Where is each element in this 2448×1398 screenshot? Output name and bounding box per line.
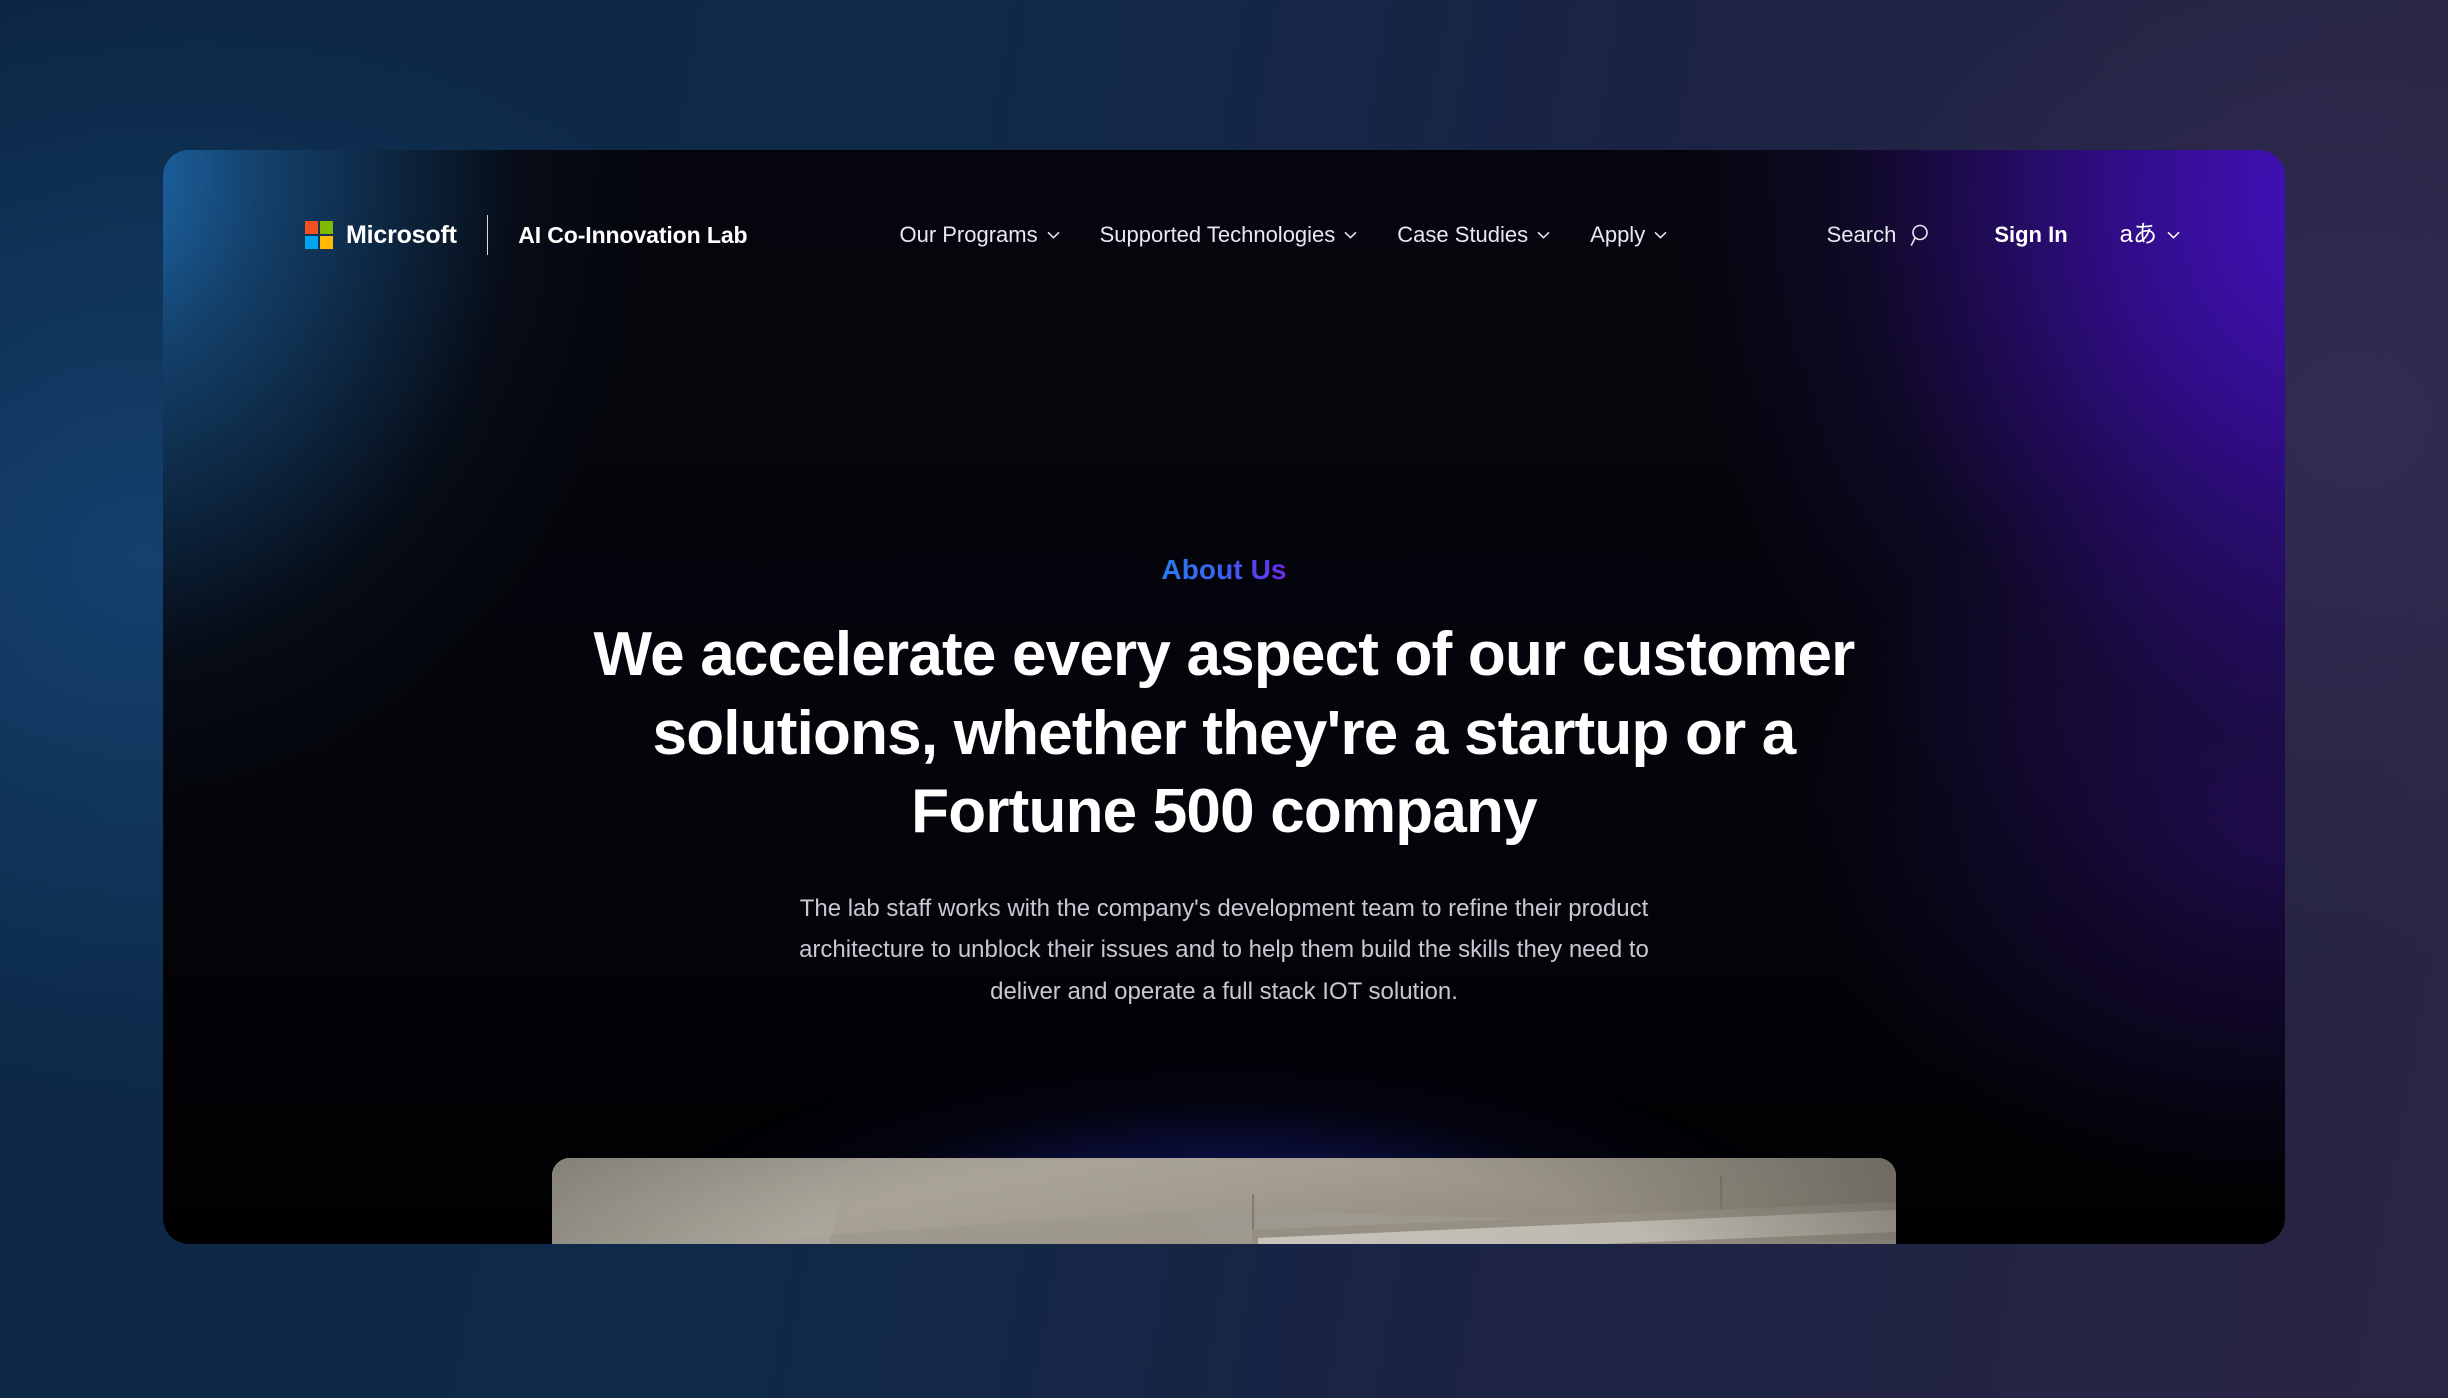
- brand-lockup[interactable]: Microsoft AI Co-Innovation Lab: [305, 215, 748, 255]
- product-name: AI Co-Innovation Lab: [518, 221, 748, 248]
- sign-in-button[interactable]: Sign In: [1994, 222, 2067, 248]
- eyebrow-label: About Us: [1161, 554, 1287, 585]
- chevron-down-icon: [1654, 231, 1667, 239]
- nav-item-our-programs[interactable]: Our Programs: [899, 222, 1060, 248]
- site-header: Microsoft AI Co-Innovation Lab Our Progr…: [163, 150, 2285, 320]
- microsoft-logo-icon: [305, 221, 333, 249]
- search-label: Search: [1826, 222, 1897, 247]
- hero-photo: [552, 1158, 1896, 1244]
- nav-label: Supported Technologies: [1099, 222, 1336, 247]
- nav-label: Case Studies: [1397, 222, 1529, 247]
- search-icon: [1911, 224, 1929, 246]
- primary-navigation: Our Programs Supported Technologies Case…: [899, 222, 1667, 248]
- hero-card: Microsoft AI Co-Innovation Lab Our Progr…: [163, 150, 2285, 1244]
- header-utilities: Search Sign In aあ: [1827, 222, 2180, 248]
- nav-item-apply[interactable]: Apply: [1590, 222, 1667, 248]
- chevron-down-icon: [2167, 231, 2180, 239]
- chevron-down-icon: [1344, 231, 1357, 239]
- page-title: We accelerate every aspect of our custom…: [593, 620, 1856, 847]
- nav-label: Apply: [1590, 222, 1646, 247]
- hero-description: The lab staff works with the company's d…: [799, 895, 1649, 1005]
- chevron-down-icon: [1537, 231, 1550, 239]
- chevron-down-icon: [1047, 231, 1060, 239]
- brand-divider: [486, 215, 489, 255]
- microsoft-wordmark: Microsoft: [346, 220, 457, 249]
- language-selector[interactable]: aあ: [2120, 223, 2180, 247]
- nav-label: Our Programs: [899, 222, 1038, 247]
- search-button[interactable]: Search: [1827, 222, 1935, 248]
- language-icon: aあ: [2119, 221, 2157, 248]
- nav-item-case-studies[interactable]: Case Studies: [1397, 222, 1550, 248]
- nav-item-supported-technologies[interactable]: Supported Technologies: [1100, 222, 1358, 248]
- lab-interior-photo: [552, 1158, 1896, 1244]
